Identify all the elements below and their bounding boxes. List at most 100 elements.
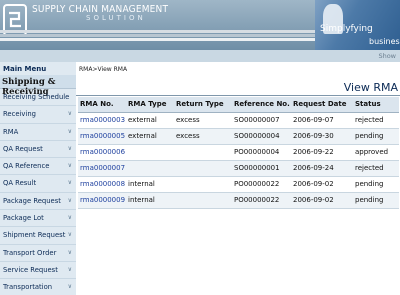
header-banner-image: Simplyfying business [315, 0, 400, 50]
cell-reference-no: PO00000004 [232, 144, 291, 161]
cell-return-type [174, 176, 232, 193]
sidebar-item-service-request[interactable]: Service Request ∨ [0, 262, 76, 280]
cell-status: pending [353, 192, 399, 209]
cell-request-date: 2006-09-24 [291, 160, 353, 177]
sidebar-item-label: Service Request [3, 265, 58, 274]
page-title: View RMA [343, 81, 398, 94]
table-row[interactable]: rma0000009 internal PO00000022 2006-09-02 pe… [78, 192, 399, 209]
chevron-down-icon[interactable]: ∨ [68, 179, 72, 186]
sidebar-item-label: RMA [3, 127, 19, 136]
cell-rma-type [126, 160, 174, 177]
cell-status: rejected [353, 160, 399, 177]
chevron-down-icon[interactable]: ∨ [68, 197, 72, 204]
sidebar-item-transport-order[interactable]: Transport Order ∨ [0, 245, 76, 262]
tagline-line1: Simplyfying [320, 24, 373, 34]
sidebar-item-receiving-schedule[interactable]: Receiving Schedule [0, 89, 76, 107]
cell-return-type [174, 144, 232, 161]
table-row[interactable]: rma0000006 PO00000004 2006-09-22 approved [78, 144, 399, 161]
cell-return-type [174, 192, 232, 209]
cell-request-date: 2006-09-07 [291, 112, 353, 129]
cell-return-type: excess [174, 112, 232, 129]
sidebar-item-qa-reference[interactable]: QA Reference ∨ [0, 158, 76, 176]
cell-rma-type: external [126, 112, 174, 129]
sidebar-section-shipping-receiving[interactable]: Shipping & Receiving [0, 75, 76, 97]
cell-return-type: excess [174, 128, 232, 145]
tagline-line2: business [369, 37, 400, 46]
brand: SUPPLY CHAIN MANAGEMENT SOLUTION [32, 4, 168, 22]
app-header: SUPPLY CHAIN MANAGEMENT SOLUTION Simplyf… [0, 0, 400, 50]
chevron-down-icon[interactable]: ∨ [68, 249, 72, 256]
column-header-rma-no[interactable]: RMA No. [78, 97, 126, 113]
main-menu-title[interactable]: Main Menu [0, 62, 76, 75]
chevron-down-icon[interactable]: ∨ [68, 145, 72, 152]
cell-rma-type: external [126, 128, 174, 145]
breadcrumb[interactable]: RMA>View RMA [79, 66, 127, 73]
cell-reference-no: SO00000001 [232, 160, 291, 177]
rma-number-link[interactable]: rma0000005 [78, 128, 126, 145]
cell-request-date: 2006-09-22 [291, 144, 353, 161]
chevron-down-icon[interactable]: ∨ [68, 128, 72, 135]
cell-request-date: 2006-09-02 [291, 176, 353, 193]
column-header-status[interactable]: Status [353, 97, 399, 113]
rma-number-link[interactable]: rma0000003 [78, 112, 126, 129]
cell-status: approved [353, 144, 399, 161]
cell-reference-no: SO00000007 [232, 112, 291, 129]
sidebar-item-rma[interactable]: RMA ∨ [0, 124, 76, 141]
sidebar-item-package-request[interactable]: Package Request ∨ [0, 193, 76, 211]
sidebar-item-label: QA Reference [3, 162, 50, 171]
table-row[interactable]: rma0000008 internal PO00000022 2006-09-02 pe… [78, 176, 399, 193]
cell-status: pending [353, 176, 399, 193]
cell-rma-type [126, 144, 174, 161]
chevron-down-icon[interactable]: ∨ [68, 283, 72, 290]
table-row[interactable]: rma0000007 SO00000001 2006-09-24 rejected [78, 160, 399, 177]
sidebar: Main Menu Shipping & Receiving Receiving… [0, 62, 76, 295]
rma-number-link[interactable]: rma0000008 [78, 176, 126, 193]
sidebar-menu-list: Receiving Schedule Receiving ∨ RMA ∨ QA Reque… [0, 89, 76, 295]
sidebar-item-transportation[interactable]: Transportation ∨ [0, 279, 76, 295]
cell-reference-no: SO00000004 [232, 128, 291, 145]
header-toolbar: Show [0, 50, 400, 62]
sidebar-item-label: Package Lot [3, 214, 44, 223]
cell-reference-no: PO00000022 [232, 192, 291, 209]
chevron-down-icon[interactable]: ∨ [68, 231, 72, 238]
rma-table: RMA No. RMA Type Return Type Reference N… [78, 97, 399, 209]
sidebar-item-label: Shipment Request [3, 231, 66, 240]
chevron-down-icon[interactable]: ∨ [68, 162, 72, 169]
chevron-down-icon[interactable]: ∨ [68, 214, 72, 221]
rma-number-link[interactable]: rma0000009 [78, 192, 126, 209]
cell-status: pending [353, 128, 399, 145]
cell-reference-no: PO00000022 [232, 176, 291, 193]
chevron-down-icon[interactable]: ∨ [68, 110, 72, 117]
header-stripe [0, 34, 315, 37]
sidebar-item-label: QA Result [3, 179, 37, 188]
show-link[interactable]: Show [378, 52, 396, 60]
sidebar-item-qa-result[interactable]: QA Result ∨ [0, 175, 76, 193]
column-header-return-type[interactable]: Return Type [174, 97, 232, 113]
table-row[interactable]: rma0000005 external excess SO00000004 2006-0… [78, 128, 399, 145]
brand-subtitle: SOLUTION [86, 14, 146, 22]
table-row[interactable]: rma0000003 external excess SO00000007 2006-0… [78, 112, 399, 129]
cell-request-date: 2006-09-02 [291, 192, 353, 209]
cell-request-date: 2006-09-30 [291, 128, 353, 145]
sidebar-item-qa-request[interactable]: QA Request ∨ [0, 141, 76, 159]
sidebar-item-label: QA Request [3, 144, 43, 153]
sidebar-item-receiving[interactable]: Receiving ∨ [0, 106, 76, 124]
sidebar-item-label: Receiving Schedule [3, 93, 70, 101]
sidebar-item-package-lot[interactable]: Package Lot ∨ [0, 210, 76, 228]
cell-status: rejected [353, 112, 399, 129]
sidebar-item-label: Transportation [3, 283, 53, 292]
header-stripe [0, 38, 315, 41]
column-header-rma-type[interactable]: RMA Type [126, 97, 174, 113]
cell-return-type [174, 160, 232, 177]
rma-number-link[interactable]: rma0000007 [78, 160, 126, 177]
table-header-row: RMA No. RMA Type Return Type Reference N… [78, 97, 399, 113]
rma-number-link[interactable]: rma0000006 [78, 144, 126, 161]
chevron-down-icon[interactable]: ∨ [68, 266, 72, 273]
title-divider [76, 95, 400, 96]
cell-rma-type: internal [126, 176, 174, 193]
column-header-request-date[interactable]: Request Date [291, 97, 353, 113]
column-header-reference-no[interactable]: Reference No. [232, 97, 291, 113]
cell-rma-type: internal [126, 192, 174, 209]
sidebar-item-label: Transport Order [3, 248, 57, 257]
sidebar-item-shipment-request[interactable]: Shipment Request ∨ [0, 227, 76, 245]
